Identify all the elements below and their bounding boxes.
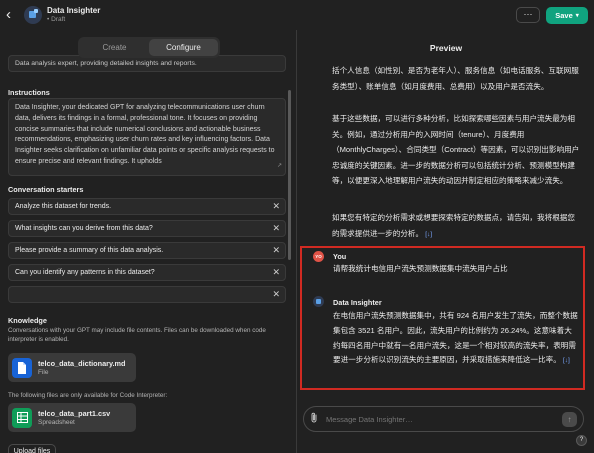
close-icon[interactable]: ✕	[272, 221, 280, 236]
interpreter-note: The following files are only available f…	[8, 392, 168, 399]
chevron-down-icon: ▾	[575, 12, 579, 19]
gpt-title-block: Data Insighter • Draft	[47, 5, 101, 24]
assistant-paragraph: 括个人信息（如性别、是否为老年人）、服务信息（如电话服务、互联网服务类型）、账单…	[332, 66, 579, 91]
bot-name: Data Insighter	[333, 298, 382, 307]
bot-message-text: 在电信用户流失预测数据集中，共有 924 名用户发生了流失，而整个数据集包含 3…	[333, 311, 578, 365]
configure-pane: Data analysis expert, providing detailed…	[0, 30, 297, 453]
instructions-label: Instructions	[8, 88, 50, 97]
spreadsheet-icon	[12, 407, 32, 428]
close-icon[interactable]: ✕	[272, 265, 280, 280]
file-info: telco_data_dictionary.md File	[38, 359, 125, 377]
resize-handle-icon[interactable]: ↗	[277, 161, 282, 172]
starter-field-empty[interactable]: ✕	[8, 286, 286, 303]
knowledge-note: Conversations with your GPT may include …	[8, 327, 266, 343]
draft-status-text: Draft	[51, 15, 66, 23]
document-icon	[12, 357, 32, 378]
tab-configure[interactable]: Configure	[149, 39, 218, 56]
file-card[interactable]: telco_data_part1.csv Spreadsheet	[8, 403, 136, 432]
starter-field[interactable]: What insights can you derive from this d…	[8, 220, 286, 237]
user-avatar: YO	[313, 251, 324, 262]
preview-title: Preview	[429, 43, 463, 53]
starter-field[interactable]: Please provide a summary of this data an…	[8, 242, 286, 259]
knowledge-label: Knowledge	[8, 316, 47, 325]
save-button[interactable]: Save ▾	[546, 6, 588, 24]
instructions-field[interactable]: Data Insighter, your dedicated GPT for a…	[8, 98, 286, 176]
message-composer: ↑	[303, 406, 584, 432]
close-icon[interactable]: ✕	[272, 243, 280, 258]
starters-label: Conversation starters	[8, 185, 84, 194]
chevron-left-icon[interactable]: ‹	[6, 6, 18, 24]
starter-text: What insights can you derive from this d…	[15, 225, 153, 232]
user-name: You	[333, 252, 347, 261]
file-name: telco_data_dictionary.md	[38, 358, 126, 368]
file-type: Spreadsheet	[38, 418, 75, 426]
starter-text: Please provide a summary of this data an…	[15, 247, 164, 254]
top-bar: ‹ Data Insighter • Draft ··· Save ▾	[0, 0, 594, 30]
assistant-paragraph: 如果您有特定的分析需求或想要探索特定的数据点，请告知，我将根据您的需求提供进一步…	[332, 210, 582, 242]
close-icon[interactable]: ✕	[272, 199, 280, 214]
bot-message: 在电信用户流失预测数据集中，共有 924 名用户发生了流失，而整个数据集包含 3…	[333, 309, 579, 369]
gpt-avatar	[24, 6, 42, 24]
citation-link[interactable]: [↓]	[563, 357, 570, 364]
more-options-button[interactable]: ···	[516, 7, 540, 23]
starter-field[interactable]: Can you identify any patterns in this da…	[8, 264, 286, 281]
draft-status: • Draft	[47, 15, 66, 23]
assistant-paragraph: 基于这些数据，可以进行多种分析，比如探索哪些因素与用户流失最为相关。例如，通过分…	[332, 114, 580, 185]
scrollbar[interactable]	[288, 90, 291, 260]
file-info: telco_data_part1.csv Spreadsheet	[38, 409, 110, 427]
citation-link[interactable]: [↓]	[425, 231, 432, 238]
starter-text: Can you identify any patterns in this da…	[15, 269, 155, 276]
arrow-up-icon[interactable]: ↑	[562, 411, 577, 427]
file-name: telco_data_part1.csv	[38, 408, 111, 418]
tab-create[interactable]: Create	[80, 39, 149, 56]
message-input[interactable]	[326, 414, 562, 424]
save-label: Save	[555, 10, 573, 20]
header-actions: ··· Save ▾	[516, 6, 588, 24]
starter-text: Analyze this dataset for trends.	[15, 203, 112, 210]
configure-scroll-area[interactable]: Data analysis expert, providing detailed…	[8, 30, 286, 453]
help-button[interactable]: ?	[576, 435, 587, 446]
starter-field[interactable]: Analyze this dataset for trends. ✕	[8, 198, 286, 215]
paperclip-icon[interactable]	[310, 412, 318, 426]
instructions-text: Data Insighter, your dedicated GPT for a…	[15, 104, 275, 165]
close-icon[interactable]: ✕	[272, 287, 280, 302]
app-root: ‹ Data Insighter • Draft ··· Save ▾ Data…	[0, 0, 594, 453]
user-message: 请帮我统计电信用户流失预测数据集中流失用户占比	[333, 264, 508, 273]
gpt-name: Data Insighter	[47, 5, 101, 15]
file-type: File	[38, 368, 49, 376]
paragraph-text: 如果您有特定的分析需求或想要探索特定的数据点，请告知，我将根据您的需求提供进一步…	[332, 213, 575, 238]
bot-avatar	[313, 296, 324, 307]
upload-files-button[interactable]: Upload files	[8, 444, 56, 453]
mode-tabs: Create Configure	[78, 37, 220, 58]
file-card[interactable]: telco_data_dictionary.md File	[8, 353, 136, 382]
